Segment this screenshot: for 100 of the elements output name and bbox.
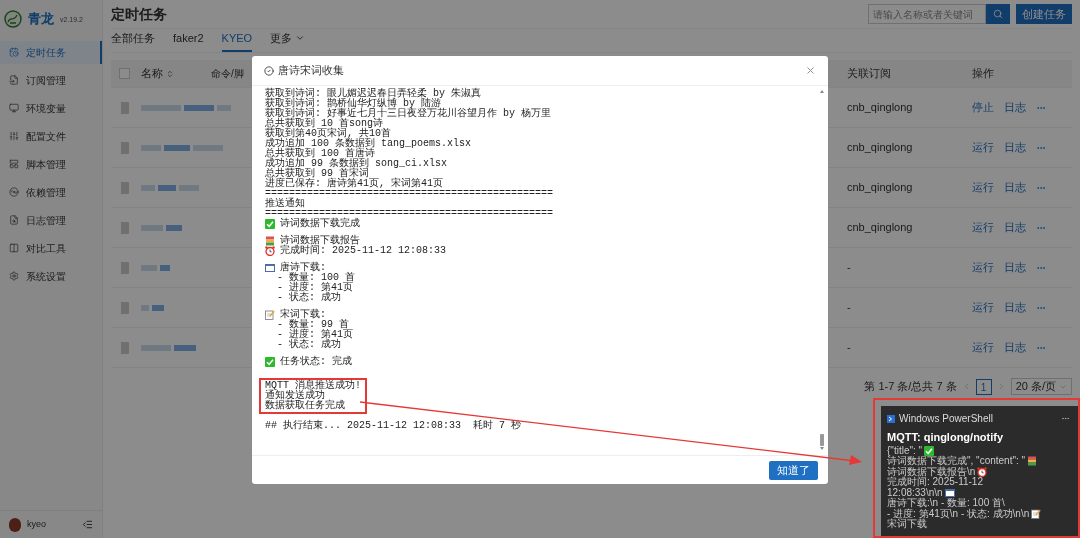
ledger-icon — [265, 236, 275, 246]
blurred-cell — [141, 182, 199, 193]
blurred-cell — [141, 262, 170, 273]
notification-text: 诗词数据下载完成", "content": " — [887, 456, 1026, 467]
window-icon — [944, 487, 955, 498]
create-task-button[interactable]: 创建任务 — [1016, 4, 1072, 24]
sidebar-item[interactable]: 环境变量 — [0, 96, 102, 120]
action-link[interactable]: 运行 — [972, 339, 994, 356]
page-size-select[interactable]: 20 条/页 — [1010, 378, 1072, 395]
check-circle-icon — [264, 65, 274, 76]
blurred-cell — [121, 221, 129, 234]
dragon-logo-icon — [4, 10, 22, 28]
more-tabs-menu[interactable]: 更多 — [270, 29, 306, 52]
alarm-clock-icon — [265, 246, 275, 256]
check-mark-icon — [265, 219, 275, 229]
subscription-cell-text: cnb_qinglong — [847, 180, 914, 196]
sidebar-item[interactable]: 配置文件 — [0, 124, 102, 148]
alarm-clock-icon — [977, 466, 988, 477]
subscription-cell-text: - — [847, 300, 852, 316]
blurred-cell — [121, 341, 129, 354]
column-header: 命令/脚 — [211, 67, 244, 81]
log-line: 总共获取到 100 首唐诗 — [265, 149, 375, 159]
app-title: 青龙 — [28, 10, 54, 29]
sidebar-item[interactable]: 依赖管理 — [0, 180, 102, 204]
ok-button[interactable]: 知道了 — [769, 460, 818, 480]
log-line: 宋词下载: — [280, 310, 326, 320]
subscription-cell-text: cnb_qinglong — [847, 100, 914, 116]
log-line: - 状态: 成功 — [276, 340, 341, 350]
sidebar-item[interactable]: 订阅管理 — [0, 68, 102, 92]
notification-text: 宋词下载 — [887, 519, 927, 530]
action-link[interactable]: 日志 — [1004, 139, 1026, 156]
pagination-summary: 第 1-7 条/总共 7 条 — [864, 379, 957, 395]
menu-item-icon — [9, 47, 19, 57]
action-link[interactable]: 运行 — [972, 219, 994, 236]
menu-item-icon — [9, 215, 19, 225]
action-link[interactable]: 日志 — [1004, 259, 1026, 276]
close-icon[interactable] — [805, 65, 816, 76]
log-line: - 进度: 第41页 — [276, 283, 353, 293]
action-link[interactable]: 停止 — [972, 99, 994, 116]
action-link[interactable]: 运行 — [972, 139, 994, 156]
action-link[interactable]: 日志 — [1004, 299, 1026, 316]
notification-text: - 进度: 第41页\n - 状态: 成功\n\n — [887, 508, 1030, 519]
user-name: kyeo — [27, 517, 46, 531]
blurred-cell — [121, 141, 129, 154]
log-line: 进度已保存: 唐诗第41页, 宋词第41页 — [265, 179, 443, 189]
sidebar-item[interactable]: 日志管理 — [0, 208, 102, 232]
blurred-cell — [121, 261, 129, 274]
check-mark-icon — [924, 445, 935, 456]
log-line: MQTT 消息推送成功! — [265, 381, 361, 391]
avatar[interactable] — [9, 517, 21, 532]
page-title: 定时任务 — [111, 4, 167, 24]
search-icon — [993, 9, 1003, 19]
log-line: 完成时间: 2025-11-12 12:08:33 — [280, 246, 447, 256]
log-line: 通知发送成功 — [265, 391, 325, 401]
dialog-title: 唐诗宋词收集 — [278, 63, 344, 79]
sidebar-item[interactable]: 脚本管理 — [0, 152, 102, 176]
select-all-checkbox[interactable] — [119, 68, 130, 79]
action-link[interactable]: 运行 — [972, 259, 994, 276]
log-line: ## 执行结束... 2025-11-12 12:08:33 耗时 7 秒 — [265, 421, 522, 431]
log-line: 诗词数据下载完成 — [280, 219, 360, 229]
sort-icon[interactable] — [166, 69, 174, 78]
subscription-cell-text: - — [847, 340, 852, 356]
tab[interactable]: faker2 — [173, 29, 204, 52]
page-button[interactable]: 1 — [975, 378, 992, 395]
more-icon[interactable] — [1061, 414, 1070, 423]
tab[interactable]: 全部任务 — [111, 29, 155, 52]
action-link[interactable]: 日志 — [1004, 99, 1026, 116]
log-line: 推送通知 — [265, 199, 305, 209]
menu-item-icon — [9, 187, 19, 197]
column-header: 操作 — [972, 66, 994, 82]
blurred-cell — [121, 101, 129, 114]
action-link[interactable]: 日志 — [1004, 219, 1026, 236]
menu-item-icon — [9, 243, 19, 253]
tab[interactable]: KYEO — [221, 29, 253, 52]
sidebar-item[interactable]: 对比工具 — [0, 236, 102, 260]
sidebar-item[interactable]: 定时任务 — [0, 40, 102, 64]
menu-item-icon — [9, 103, 19, 113]
menu-item-icon — [9, 159, 19, 169]
notification[interactable]: Windows PowerShell MQTT: qinglong/notify {"title": " 诗词数据下载完成", "content": " 诗词数据下载报告\n 完成时间: 2025-11-12 12:08:33\n\n 唐诗下载:\n - 数量: 100 首\ - 进度: 第41页\n - 状态: 成功\n\n 宋词下载 — [881, 406, 1078, 536]
search-field[interactable]: 请输入名称或者关键词 — [868, 4, 986, 24]
subscription-cell-text: cnb_qinglong — [847, 140, 914, 156]
subscription-cell-text: cnb_qinglong — [847, 220, 914, 236]
action-link[interactable]: 日志 — [1004, 179, 1026, 196]
sidebar-item[interactable]: 系统设置 — [0, 264, 102, 288]
notification-text: 诗词数据下载报告\n — [887, 466, 976, 477]
memo-icon — [1031, 508, 1042, 519]
app-icon — [887, 414, 895, 423]
memo-icon — [265, 310, 275, 320]
notification-text: 12:08:33\n\n — [887, 487, 943, 498]
menu-item-icon — [9, 75, 19, 85]
log-line: 数据获取任务完成 — [265, 401, 345, 411]
action-link[interactable]: 日志 — [1004, 339, 1026, 356]
action-link[interactable]: 运行 — [972, 299, 994, 316]
search-button[interactable] — [986, 4, 1010, 24]
collapse-icon[interactable] — [82, 519, 93, 530]
window-icon — [265, 263, 275, 273]
notification-app-name: Windows PowerShell — [899, 412, 993, 426]
notification-text: 唐诗下载:\n - 数量: 100 首\ — [887, 498, 1005, 509]
action-link[interactable]: 运行 — [972, 179, 994, 196]
column-header[interactable]: 名称 — [141, 65, 163, 82]
